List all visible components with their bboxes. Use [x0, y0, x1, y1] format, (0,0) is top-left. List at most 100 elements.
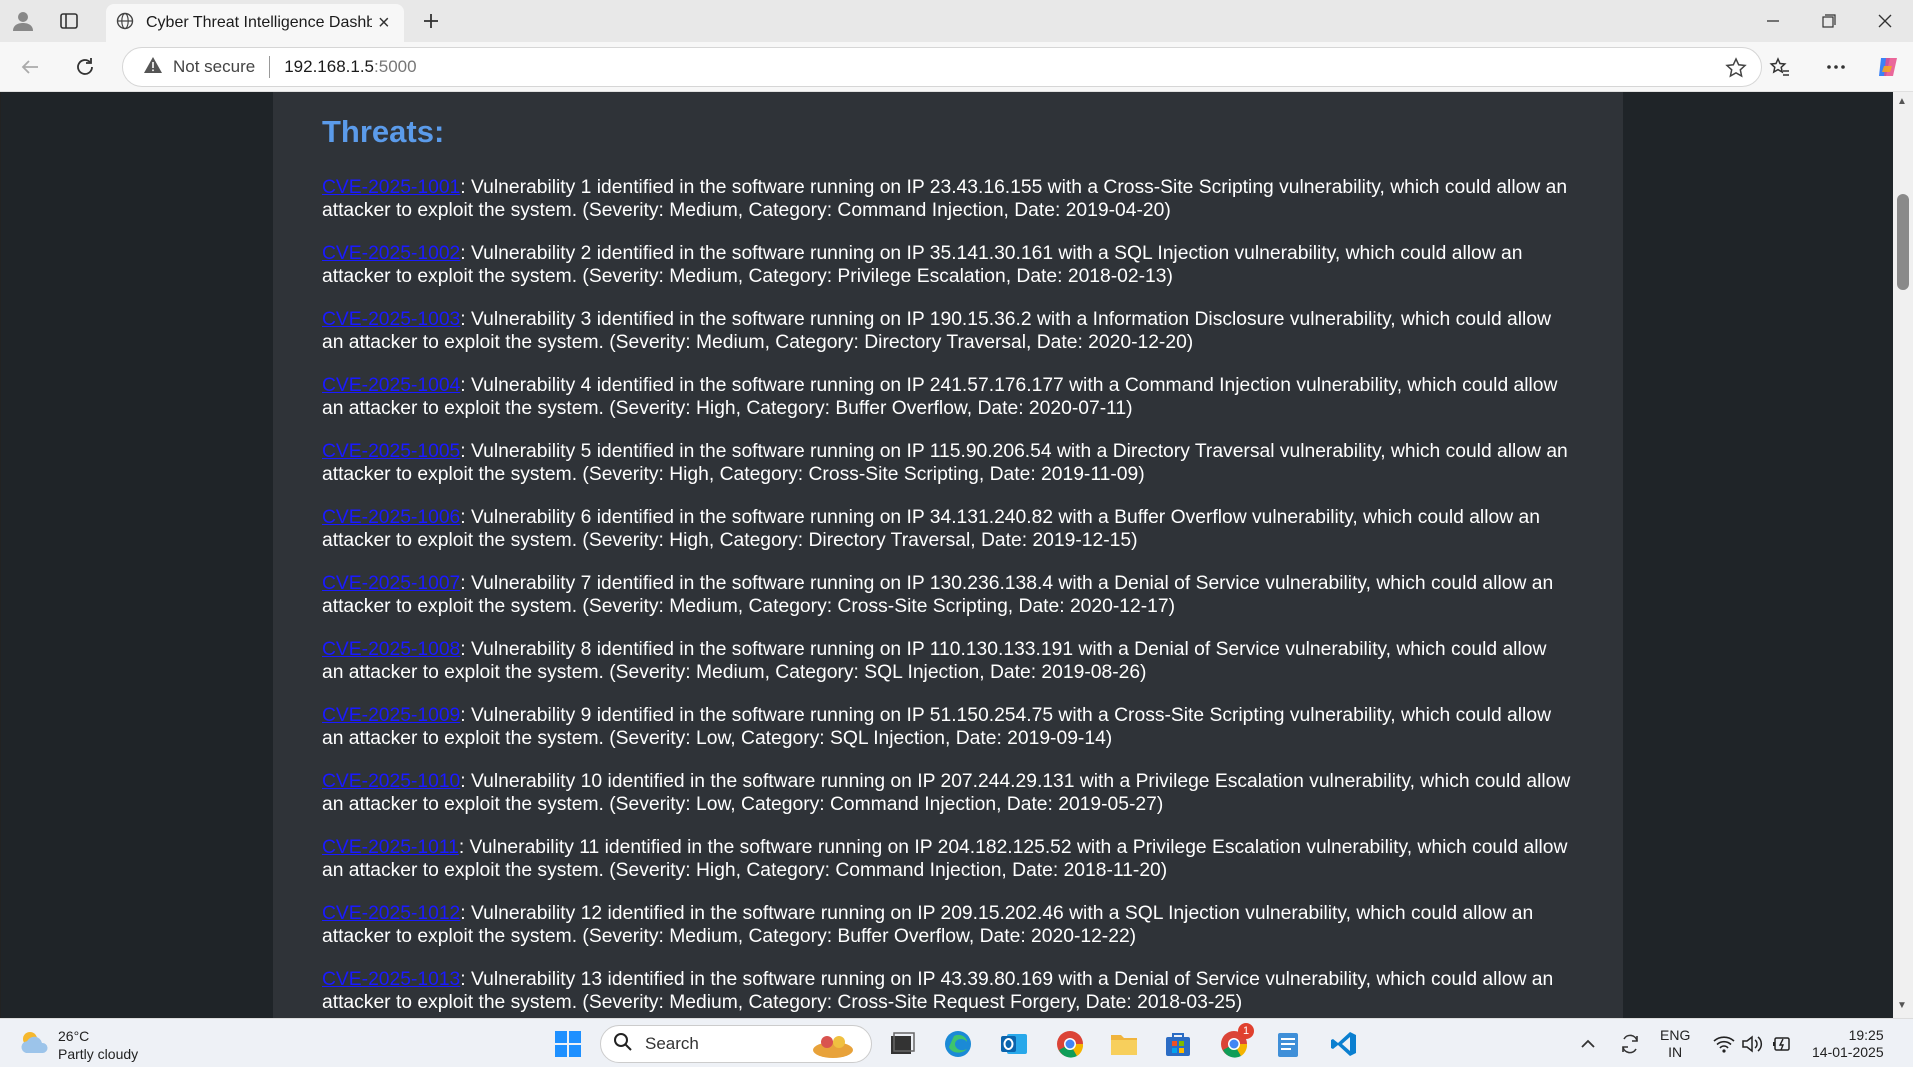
language-indicator[interactable]: ENG IN: [1660, 1027, 1690, 1061]
file-explorer-icon[interactable]: [1106, 1027, 1142, 1061]
vertical-scrollbar[interactable]: ▲ ▼: [1893, 92, 1913, 1018]
security-label[interactable]: Not secure: [173, 57, 255, 77]
threat-description: : Vulnerability 11 identified in the sof…: [322, 837, 1568, 881]
page-title: Threats:: [322, 114, 445, 149]
cve-link[interactable]: CVE-2025-1011: [322, 837, 459, 858]
threat-description: : Vulnerability 5 identified in the soft…: [322, 441, 1568, 485]
threat-description: : Vulnerability 2 identified in the soft…: [322, 243, 1523, 287]
threat-item: CVE-2025-1002: Vulnerability 2 identifie…: [322, 242, 1573, 288]
address-bar[interactable]: Not secure 192.168.1.5:5000: [122, 47, 1762, 87]
region-code: IN: [1668, 1044, 1683, 1060]
close-window-icon[interactable]: [1858, 6, 1912, 36]
sync-icon[interactable]: [1612, 1027, 1648, 1061]
cve-link[interactable]: CVE-2025-1003: [322, 309, 460, 330]
threat-item: CVE-2025-1013: Vulnerability 13 identifi…: [322, 968, 1573, 1014]
refresh-icon[interactable]: [67, 50, 103, 84]
favorite-star-icon[interactable]: [1725, 57, 1747, 84]
chevron-up-icon[interactable]: [1570, 1027, 1606, 1061]
partly-cloudy-icon: [18, 1029, 50, 1062]
divider: [269, 56, 271, 78]
restore-icon[interactable]: [1802, 6, 1856, 36]
date: 14-01-2025: [1812, 1044, 1884, 1060]
favorites-icon[interactable]: [1762, 50, 1798, 84]
search-icon: [613, 1032, 633, 1057]
cve-link[interactable]: CVE-2025-1012: [322, 903, 460, 924]
temperature: 26°C: [58, 1028, 90, 1044]
threat-item: CVE-2025-1006: Vulnerability 6 identifie…: [322, 506, 1573, 552]
threat-description: : Vulnerability 9 identified in the soft…: [322, 705, 1551, 749]
cve-link[interactable]: CVE-2025-1004: [322, 375, 460, 396]
back-icon[interactable]: [12, 50, 48, 84]
close-tab-icon[interactable]: ×: [378, 12, 390, 35]
tab-strip: Cyber Threat Intelligence Dashbo ×: [0, 0, 1913, 42]
url-host: 192.168.1.5: [284, 57, 375, 76]
url-text[interactable]: 192.168.1.5:5000: [284, 57, 416, 77]
web-viewport: Threats: CVE-2025-1001: Vulnerability 1 …: [0, 92, 1913, 1018]
clock[interactable]: 19:25 14-01-2025: [1812, 1027, 1884, 1061]
threat-description: : Vulnerability 4 identified in the soft…: [322, 375, 1558, 419]
threat-description: : Vulnerability 8 identified in the soft…: [322, 639, 1547, 683]
threat-description: : Vulnerability 3 identified in the soft…: [322, 309, 1551, 353]
windows-start-icon[interactable]: [550, 1027, 586, 1061]
threat-description: : Vulnerability 7 identified in the soft…: [322, 573, 1554, 617]
tab-actions-icon[interactable]: [52, 6, 86, 36]
weather-widget[interactable]: 26°C Partly cloudy: [18, 1027, 138, 1063]
language-code: ENG: [1660, 1027, 1691, 1043]
scrollbar-thumb[interactable]: [1897, 194, 1909, 290]
threat-description: : Vulnerability 1 identified in the soft…: [322, 177, 1568, 221]
tab-title: Cyber Threat Intelligence Dashbo: [146, 14, 372, 31]
threat-item: CVE-2025-1008: Vulnerability 8 identifie…: [322, 638, 1573, 684]
scroll-down-icon[interactable]: ▼: [1897, 1000, 1907, 1011]
copilot-icon[interactable]: [1870, 50, 1906, 84]
search-label: Search: [645, 1034, 699, 1053]
cve-link[interactable]: CVE-2025-1013: [322, 969, 460, 990]
cve-link[interactable]: CVE-2025-1005: [322, 441, 460, 462]
threats-panel: Threats: CVE-2025-1001: Vulnerability 1 …: [273, 92, 1623, 1018]
warning-icon[interactable]: [143, 56, 163, 79]
threat-item: CVE-2025-1001: Vulnerability 1 identifie…: [322, 176, 1573, 222]
cve-link[interactable]: CVE-2025-1002: [322, 243, 460, 264]
threat-description: : Vulnerability 10 identified in the sof…: [322, 771, 1571, 815]
notification-badge: 1: [1238, 1023, 1254, 1039]
task-view-icon[interactable]: [884, 1027, 920, 1061]
cve-link[interactable]: CVE-2025-1007: [322, 573, 460, 594]
vscode-icon[interactable]: [1326, 1027, 1362, 1061]
battery-icon[interactable]: [1764, 1027, 1800, 1061]
globe-icon: [116, 12, 134, 35]
chrome-icon[interactable]: [1052, 1027, 1088, 1061]
new-tab-icon[interactable]: [414, 6, 448, 36]
microsoft-store-icon[interactable]: [1160, 1027, 1196, 1061]
threat-list: CVE-2025-1001: Vulnerability 1 identifie…: [322, 176, 1573, 1014]
threat-item: CVE-2025-1010: Vulnerability 10 identifi…: [322, 770, 1573, 816]
threat-description: : Vulnerability 6 identified in the soft…: [322, 507, 1540, 551]
outlook-icon[interactable]: [996, 1027, 1032, 1061]
toolbar: Not secure 192.168.1.5:5000: [0, 42, 1913, 92]
edge-icon[interactable]: [940, 1027, 976, 1061]
profile-icon[interactable]: [6, 6, 40, 36]
threat-item: CVE-2025-1004: Vulnerability 4 identifie…: [322, 374, 1573, 420]
time: 19:25: [1848, 1027, 1884, 1043]
chrome-profile-icon[interactable]: 1: [1216, 1023, 1254, 1061]
cve-link[interactable]: CVE-2025-1008: [322, 639, 460, 660]
threat-item: CVE-2025-1009: Vulnerability 9 identifie…: [322, 704, 1573, 750]
cve-link[interactable]: CVE-2025-1006: [322, 507, 460, 528]
cve-link[interactable]: CVE-2025-1010: [322, 771, 460, 792]
threat-item: CVE-2025-1012: Vulnerability 12 identifi…: [322, 902, 1573, 948]
notepad-icon[interactable]: [1270, 1027, 1306, 1061]
url-port: :5000: [374, 57, 417, 76]
threat-description: : Vulnerability 13 identified in the sof…: [322, 969, 1554, 1013]
cve-link[interactable]: CVE-2025-1009: [322, 705, 460, 726]
taskbar-search[interactable]: Search: [600, 1025, 872, 1063]
scroll-up-icon[interactable]: ▲: [1897, 96, 1907, 107]
cve-link[interactable]: CVE-2025-1001: [322, 177, 460, 198]
search-highlight-icon: [809, 1030, 857, 1065]
tab-active[interactable]: Cyber Threat Intelligence Dashbo ×: [106, 4, 404, 42]
threat-item: CVE-2025-1005: Vulnerability 5 identifie…: [322, 440, 1573, 486]
threat-item: CVE-2025-1003: Vulnerability 3 identifie…: [322, 308, 1573, 354]
taskbar: 26°C Partly cloudy Search 1 ENG IN 19:25…: [0, 1018, 1913, 1067]
more-options-icon[interactable]: [1818, 50, 1854, 84]
threat-description: : Vulnerability 12 identified in the sof…: [322, 903, 1534, 947]
minimize-icon[interactable]: [1746, 6, 1800, 36]
threat-item: CVE-2025-1007: Vulnerability 7 identifie…: [322, 572, 1573, 618]
threat-item: CVE-2025-1011: Vulnerability 11 identifi…: [322, 836, 1573, 882]
